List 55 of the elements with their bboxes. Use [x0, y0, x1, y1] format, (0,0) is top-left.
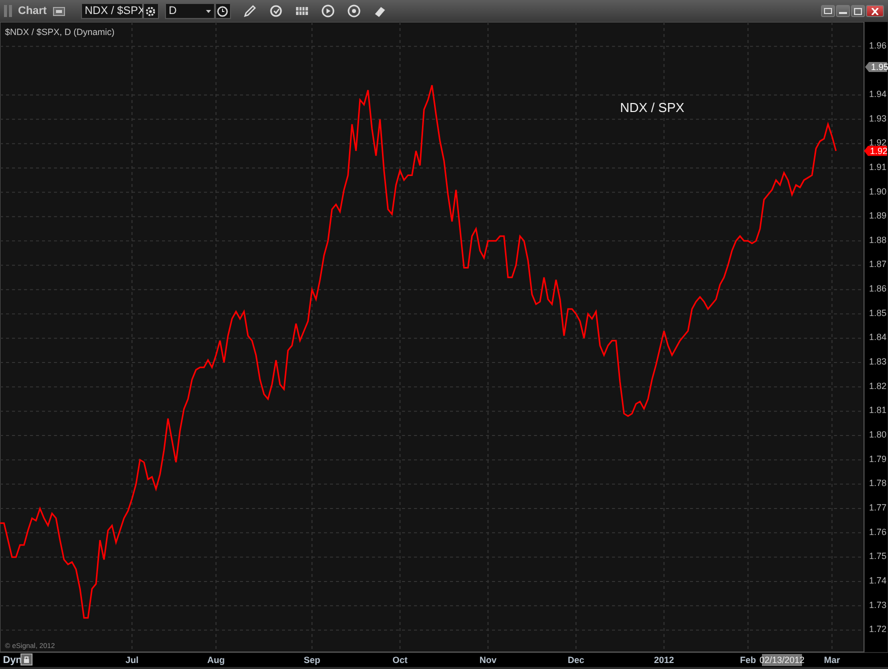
x-tick-label: Sep — [304, 655, 320, 665]
y-tick-label: 1.91 — [869, 162, 887, 172]
y-tick-label: 1.86 — [869, 284, 887, 294]
y-tick-label: 1.81 — [869, 405, 887, 416]
restore-icon — [824, 8, 832, 14]
x-tick-label: Jul — [126, 655, 138, 665]
minimize-button[interactable] — [836, 5, 850, 17]
target-icon[interactable] — [346, 4, 361, 18]
y-tick-label: 1.94 — [869, 88, 887, 99]
y-tick-label: 1.92 — [869, 138, 887, 148]
grip-icon[interactable] — [4, 5, 12, 17]
x-tick-label: Nov — [480, 655, 496, 665]
y-tick-label: 1.93 — [869, 113, 887, 124]
y-tick-label: 1.79 — [869, 454, 887, 464]
window-title: Chart — [18, 5, 47, 17]
y-tick-label: 1.80 — [869, 430, 887, 440]
close-button[interactable] — [866, 5, 884, 17]
clock-icon[interactable] — [214, 3, 231, 19]
x-tick-label: Mar — [824, 655, 840, 665]
y-tick-label: 1.85 — [869, 308, 887, 318]
y-tick-label: 1.88 — [869, 234, 887, 245]
x-tick-label: 2012 — [654, 655, 674, 665]
pencil-icon[interactable] — [242, 4, 257, 18]
caret-icon — [206, 10, 211, 12]
x-tick-label: Aug — [207, 655, 225, 665]
restore-button[interactable] — [821, 5, 835, 17]
x-tick-label: Dec — [568, 655, 584, 665]
y-tick-label: 1.78 — [869, 478, 887, 488]
y-tick-label: 1.74 — [869, 575, 887, 586]
y-tick-label: 1.77 — [869, 502, 887, 512]
lock-icon[interactable] — [20, 654, 32, 666]
maximize-button[interactable] — [851, 5, 865, 17]
series-label: NDX / SPX — [620, 100, 684, 115]
y-tick-label: 1.76 — [869, 526, 887, 537]
y-tick-label: 1.96 — [869, 40, 887, 50]
y-tick-label: 1.73 — [869, 600, 887, 610]
y-tick-label: 1.82 — [869, 380, 887, 391]
y-tick-label: 1.83 — [869, 356, 887, 367]
y-tick-label: 1.87 — [869, 259, 887, 270]
interval-dropdown[interactable]: D — [164, 3, 215, 19]
mode-label[interactable]: Dyn — [3, 655, 22, 666]
play-icon[interactable] — [320, 4, 335, 18]
settings-icon[interactable] — [142, 3, 159, 19]
x-tick-label: Feb — [740, 655, 756, 665]
y-tick-label: 1.75 — [869, 551, 887, 562]
grid-icon[interactable] — [294, 4, 309, 18]
x-tick-label: Oct — [392, 655, 408, 665]
y-tick-label: 1.90 — [869, 186, 887, 196]
eraser-icon[interactable] — [372, 4, 387, 18]
y-tick-label: 1.89 — [869, 210, 887, 221]
y-tick-label: 1.84 — [869, 332, 887, 342]
chart-legend: $NDX / $SPX, D (Dynamic) — [5, 27, 115, 37]
maximize-icon — [854, 8, 862, 14]
y-tick-label: 1.72 — [869, 624, 887, 634]
close-icon — [871, 8, 879, 14]
